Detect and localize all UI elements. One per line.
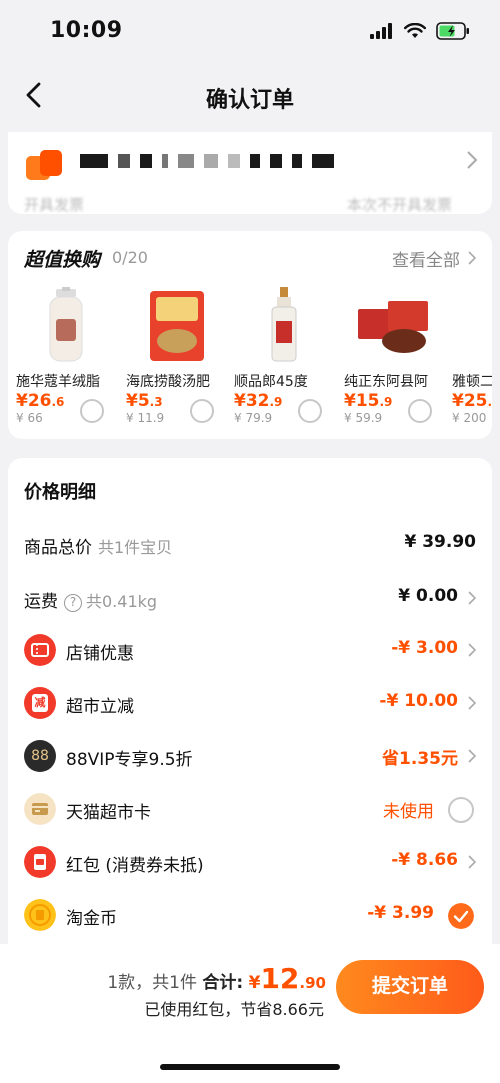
product-old-price: ¥ 200 bbox=[452, 411, 487, 425]
deal-product[interactable]: 雅顿二 ¥25. ¥ 200 bbox=[452, 285, 492, 435]
submit-order-button[interactable]: 提交订单 bbox=[336, 960, 484, 1014]
battery-charging-icon bbox=[436, 22, 469, 40]
row-supermarket-discount[interactable]: 减 超市立减 -¥ 10.00 bbox=[8, 683, 492, 723]
product-select-radio[interactable] bbox=[80, 399, 104, 423]
price-detail-card: 价格明细 商品总价 共1件宝贝 ¥ 39.90 运费? 共0.41kg ¥ 0.00… bbox=[8, 458, 492, 944]
wifi-icon bbox=[404, 23, 426, 38]
product-name: 雅顿二 bbox=[452, 374, 492, 390]
product-image-cosmetic bbox=[462, 287, 492, 363]
total-amount: ¥12.90 bbox=[248, 962, 326, 995]
product-select-radio[interactable] bbox=[298, 399, 322, 423]
row-red-packet[interactable]: 红包 (消费券未抵) -¥ 8.66 bbox=[8, 842, 492, 882]
product-price: ¥25. bbox=[452, 391, 492, 411]
saving-text: 已使用红包，节省8.66元 bbox=[144, 1000, 324, 1019]
product-name: 顺品郎45度 bbox=[234, 374, 308, 390]
product-price: ¥26.6 bbox=[16, 391, 65, 411]
row-store-discount[interactable]: 店铺优惠 -¥ 3.00 bbox=[8, 630, 492, 670]
row-shipping[interactable]: 运费? 共0.41kg ¥ 0.00 bbox=[8, 578, 492, 618]
gift-card-icon bbox=[24, 793, 56, 825]
deals-card: 超值换购 0/20 查看全部 施华蔻羊绒脂 ¥26.6 ¥ 66 海底捞酸汤肥 … bbox=[8, 231, 492, 439]
chevron-right-icon bbox=[468, 749, 476, 763]
product-price: ¥15.9 bbox=[344, 391, 393, 411]
deal-product[interactable]: 纯正东阿县阿 ¥15.9 ¥ 59.9 bbox=[344, 285, 444, 435]
store-coupon-icon bbox=[24, 634, 56, 666]
help-icon[interactable]: ? bbox=[64, 594, 82, 612]
deal-product[interactable]: 海底捞酸汤肥 ¥5.3 ¥ 11.9 bbox=[126, 285, 226, 435]
chevron-right-icon bbox=[468, 855, 476, 869]
product-image-liquor bbox=[271, 287, 297, 362]
deal-product[interactable]: 施华蔻羊绒脂 ¥26.6 ¥ 66 bbox=[16, 285, 116, 435]
deals-product-list: 施华蔻羊绒脂 ¥26.6 ¥ 66 海底捞酸汤肥 ¥5.3 ¥ 11.9 顺品郎… bbox=[8, 285, 492, 435]
store-discount-label: 店铺优惠 bbox=[66, 644, 134, 664]
supermarket-discount-label: 超市立减 bbox=[66, 697, 134, 717]
product-old-price: ¥ 79.9 bbox=[234, 411, 273, 425]
product-image-soup-base bbox=[150, 291, 204, 361]
row-goods-total: 商品总价 共1件宝贝 ¥ 39.90 bbox=[8, 524, 492, 564]
chevron-right-icon bbox=[467, 151, 478, 169]
address-card[interactable]: 开具发票 本次不开具发票 bbox=[8, 132, 492, 214]
red-packet-icon bbox=[24, 846, 56, 878]
product-select-radio[interactable] bbox=[408, 399, 432, 423]
product-old-price: ¥ 66 bbox=[16, 411, 43, 425]
status-icons bbox=[370, 22, 470, 40]
product-name: 施华蔻羊绒脂 bbox=[16, 374, 100, 390]
vip-88-icon: 88 bbox=[24, 740, 56, 772]
tmall-card-value: 未使用 bbox=[383, 802, 434, 822]
tmall-card-label: 天猫超市卡 bbox=[66, 803, 151, 823]
nav-bar: 确认订单 bbox=[0, 64, 500, 128]
product-old-price: ¥ 11.9 bbox=[126, 411, 165, 425]
red-packet-value: -¥ 8.66 bbox=[391, 850, 458, 870]
tmall-card-radio[interactable] bbox=[448, 797, 474, 823]
address-masked-text bbox=[80, 154, 334, 168]
home-indicator bbox=[160, 1064, 340, 1070]
product-old-price: ¥ 59.9 bbox=[344, 411, 383, 425]
row-88vip[interactable]: 88 88VIP专享9.5折 省1.35元 bbox=[8, 736, 492, 776]
price-detail-title: 价格明细 bbox=[24, 482, 96, 503]
taojinbi-value: -¥ 3.99 bbox=[367, 903, 434, 923]
store-discount-value: -¥ 3.00 bbox=[391, 638, 458, 658]
order-summary: 1款，共1件 合计: ¥12.90 bbox=[107, 962, 326, 995]
goods-total-label: 商品总价 bbox=[24, 538, 92, 558]
taojinbi-label: 淘金币 bbox=[66, 909, 117, 929]
shipping-value: ¥ 0.00 bbox=[398, 586, 458, 606]
product-image-ejiao bbox=[358, 301, 428, 353]
row-tmall-card[interactable]: 天猫超市卡 未使用 bbox=[8, 789, 492, 829]
product-select-radio[interactable] bbox=[190, 399, 214, 423]
store-logo-icon bbox=[26, 150, 62, 180]
supermarket-discount-value: -¥ 10.00 bbox=[379, 691, 458, 711]
checkout-bar: 1款，共1件 合计: ¥12.90 已使用红包，节省8.66元 提交订单 bbox=[0, 944, 500, 1083]
chevron-right-icon bbox=[468, 251, 476, 265]
status-time: 10:09 bbox=[50, 18, 123, 43]
chevron-right-icon bbox=[468, 591, 476, 605]
chevron-right-icon bbox=[468, 643, 476, 657]
gold-coin-icon bbox=[24, 899, 56, 931]
view-all-link[interactable]: 查看全部 bbox=[392, 246, 460, 271]
shipping-weight: 共0.41kg bbox=[86, 592, 158, 611]
signal-icon bbox=[370, 23, 392, 39]
shipping-label: 运费 bbox=[24, 592, 58, 612]
red-packet-label: 红包 (消费券未抵) bbox=[66, 856, 204, 876]
discount-icon: 减 bbox=[24, 687, 56, 719]
status-bar: 10:09 bbox=[0, 0, 500, 64]
total-label: 合计: bbox=[202, 973, 244, 993]
deals-title: 超值换购 bbox=[24, 249, 101, 271]
invoice-value: 本次不开具发票 bbox=[346, 196, 452, 214]
page-title: 确认订单 bbox=[205, 88, 294, 113]
row-taojinbi[interactable]: 淘金币 -¥ 3.99 bbox=[8, 895, 492, 935]
vip-discount-value: 省1.35元 bbox=[382, 749, 458, 769]
deals-count: 0/20 bbox=[112, 248, 148, 267]
product-name: 纯正东阿县阿 bbox=[344, 374, 428, 390]
vip-discount-label: 88VIP专享9.5折 bbox=[66, 750, 193, 770]
checked-icon[interactable] bbox=[448, 903, 474, 929]
goods-count: 共1件宝贝 bbox=[98, 538, 173, 557]
product-name: 海底捞酸汤肥 bbox=[126, 374, 210, 390]
goods-total-value: ¥ 39.90 bbox=[404, 532, 476, 552]
invoice-label: 开具发票 bbox=[24, 196, 85, 214]
deal-product[interactable]: 顺品郎45度 ¥32.9 ¥ 79.9 bbox=[234, 285, 334, 435]
product-price: ¥32.9 bbox=[234, 391, 283, 411]
item-count: 1款，共1件 bbox=[107, 973, 197, 993]
product-price: ¥5.3 bbox=[126, 391, 163, 411]
product-image-shampoo bbox=[49, 287, 83, 362]
chevron-right-icon bbox=[468, 696, 476, 710]
